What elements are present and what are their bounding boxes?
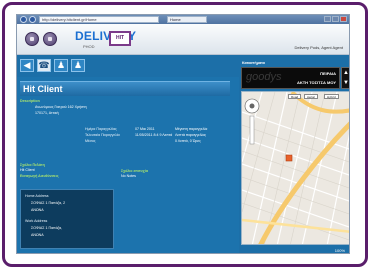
phone-button[interactable]: ☎: [37, 59, 51, 72]
order-label-3: Μέσος: [85, 139, 96, 143]
back-icon[interactable]: [20, 16, 27, 23]
description-line1: Ανωνύμους Γιατρού 162 Χρήστη: [35, 105, 87, 109]
phone-icon: ☎: [38, 60, 50, 70]
forward-icon[interactable]: [29, 16, 36, 23]
browser-titlebar: http://delivery.hitclient.gr/Home Home: [17, 15, 349, 24]
store-logo: goodys: [246, 71, 282, 83]
map-view[interactable]: Road Aerial Hybrid: [241, 91, 350, 245]
order-label-1: Ημέρα Παραγγελίας: [85, 127, 117, 131]
close-icon[interactable]: [340, 16, 347, 22]
store-panel: Καταστήματα goodys ΠΕΙΡΑΙΑ ΑΚΤΗ ΤΟΣΙΤΣΑ …: [239, 55, 350, 253]
description-label: Description: [20, 99, 40, 103]
arrow-left-icon: ◀: [23, 60, 31, 70]
home-button[interactable]: [25, 32, 39, 46]
location-label: Εισαγωγή Διευθύνσεις: [20, 174, 59, 178]
work-address-line1[interactable]: ΣΟΦΙΑΣ 1 Παπάζα,: [31, 226, 62, 230]
map-canvas[interactable]: [242, 92, 350, 245]
order-value-2: 11/05/2011 8:4 9 Λεπτά: [135, 133, 173, 137]
description-line2: 170171, Αττική: [35, 111, 59, 115]
address-bar[interactable]: http://delivery.hitclient.gr/Home: [39, 16, 159, 23]
person-button[interactable]: ♟: [54, 59, 68, 72]
map-road-button[interactable]: Road: [288, 94, 302, 99]
browser-tab[interactable]: Home: [167, 16, 207, 23]
store-line1: ΠΕΙΡΑΙΑ: [320, 71, 336, 76]
address-box: Home Address ΣΟΦΙΑΣ 1 Παπάζα, 2 ΑΝΩΝΑ Wo…: [20, 189, 114, 249]
notes-label: Σχόλια Πελάτη: [20, 163, 45, 167]
chevron-up-icon[interactable]: ▲: [342, 68, 349, 78]
extra-notes-label: Σχόλιο επιτυχία: [121, 169, 148, 173]
user-info: Delivery Pods, Agent Agent: [294, 45, 343, 50]
logo-subtitle: PHOD: [83, 44, 95, 49]
extra-notes-value: No Notes: [121, 174, 136, 178]
minimize-icon[interactable]: [324, 16, 331, 22]
home-address-label: Home Address: [25, 194, 49, 198]
work-address-line2[interactable]: ΑΝΩΝΑ: [31, 233, 44, 237]
store-selector[interactable]: goodys ΠΕΙΡΑΙΑ ΑΚΤΗ ΤΟΣΙΤΣΑ ΜΟΥ: [241, 67, 340, 89]
order-extra-3: 0 Λεπτά, 0 Ώρες: [175, 139, 201, 143]
order-extra-1: Μέγιστη παραγγελία: [175, 127, 208, 131]
person-icon: ♟: [56, 60, 66, 70]
client-title: Hit Client: [20, 81, 230, 96]
work-address-label: Work Address: [25, 219, 48, 223]
store-label: Καταστήματα: [242, 61, 265, 65]
hit-logo: HIT: [109, 31, 131, 46]
back-arrow-button[interactable]: ◀: [20, 59, 34, 72]
store-line2: ΑΚΤΗ ΤΟΣΙΤΣΑ ΜΟΥ: [296, 80, 336, 85]
client-panel: Hit Client Description Ανωνύμους Γιατρού…: [17, 77, 239, 253]
chevron-down-icon[interactable]: ▼: [342, 78, 349, 88]
home-address-line1[interactable]: ΣΟΦΙΑΣ 1 Παπάζα, 2: [31, 201, 65, 205]
order-value-1: 07 Μαι 2011: [135, 127, 155, 131]
main-content: ◀ ☎ ♟ ♟ Hit Client Description Ανωνύμους…: [17, 55, 350, 253]
home-icon: [30, 37, 34, 41]
menu-button[interactable]: [43, 32, 57, 46]
browser-window: http://delivery.hitclient.gr/Home Home D…: [16, 14, 350, 254]
map-aerial-button[interactable]: Aerial: [304, 94, 318, 99]
person-add-button[interactable]: ♟: [71, 59, 85, 72]
person-add-icon: ♟: [73, 60, 83, 70]
order-label-2: Τελευταία Παραγγελία: [85, 133, 120, 137]
zoom-status: 100%: [239, 246, 349, 253]
maximize-icon[interactable]: [332, 16, 339, 22]
notes-value: Hit Client: [20, 168, 35, 172]
map-hybrid-button[interactable]: Hybrid: [324, 94, 339, 99]
order-extra-2: Λεπτά παραγγελίας: [175, 133, 207, 137]
home-address-line2[interactable]: ΑΝΩΝΑ: [31, 208, 44, 212]
app-header: DELIVERY PHOD HIT Delivery Pods, Agent A…: [17, 24, 349, 55]
menu-icon: [48, 37, 52, 41]
store-scroll[interactable]: ▲ ▼: [341, 67, 349, 89]
